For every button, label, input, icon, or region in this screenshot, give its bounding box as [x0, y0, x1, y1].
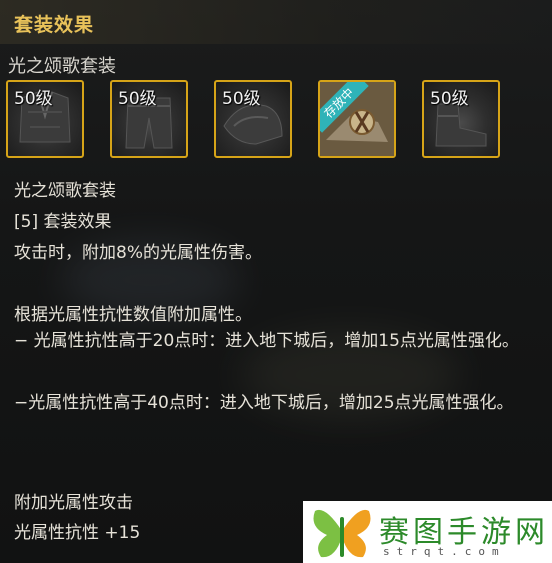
- set-items: 50级 50级 50级 存放中 50级: [6, 80, 546, 164]
- set-item-2[interactable]: 50级: [110, 80, 188, 158]
- resist-bonus: 光属性抗性 +15: [14, 523, 141, 543]
- resist-intro: 根据光属性抗性数值附加属性。: [14, 305, 252, 325]
- resist-40-line: −光属性抗性高于40点时：进入地下城后，增加25点光属性强化。: [14, 393, 514, 413]
- effect-heading: [5] 套装效果: [14, 212, 112, 232]
- set-name: 光之颂歌套装: [8, 56, 116, 77]
- watermark-logo: 赛图手游网 strqt.com: [303, 501, 552, 563]
- item-level-label: 50级: [222, 89, 261, 109]
- item-level-label: 50级: [430, 89, 469, 109]
- butterfly-logo-icon: [313, 509, 371, 558]
- resist-20-line: − 光属性抗性高于20点时：进入地下城后，增加15点光属性强化。: [14, 331, 519, 351]
- set-item-5[interactable]: 50级: [422, 80, 500, 158]
- tooltip-header: 套装效果: [0, 0, 552, 44]
- set-item-3[interactable]: 50级: [214, 80, 292, 158]
- detail-set-name: 光之颂歌套装: [14, 181, 116, 201]
- tooltip-title: 套装效果: [14, 14, 95, 36]
- set-item-1[interactable]: 50级: [6, 80, 84, 158]
- attack-heading: 附加光属性攻击: [14, 493, 133, 513]
- item-level-label: 50级: [14, 89, 53, 109]
- set-item-4[interactable]: 存放中: [318, 80, 396, 158]
- effect-line: 攻击时，附加8%的光属性伤害。: [14, 243, 262, 263]
- watermark-domain: strqt.com: [383, 545, 506, 558]
- item-level-label: 50级: [118, 89, 157, 109]
